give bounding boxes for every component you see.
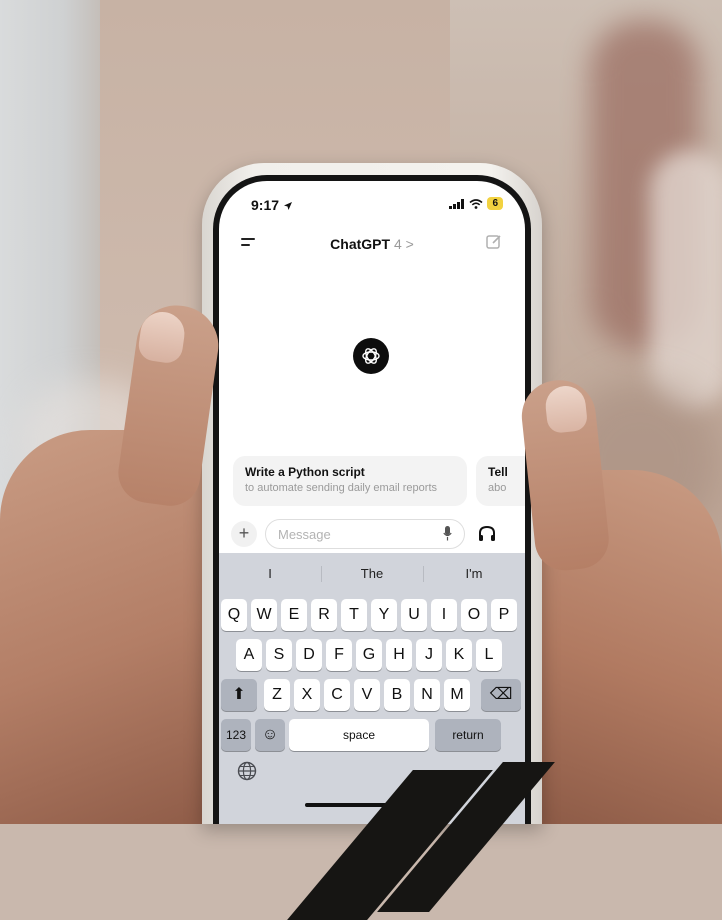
return-key[interactable]: return bbox=[435, 719, 501, 751]
status-bar: 9:17 6 bbox=[219, 181, 525, 221]
headphones-icon[interactable] bbox=[477, 524, 497, 544]
key-f[interactable]: F bbox=[326, 639, 352, 671]
suggestion-card[interactable]: Tell abo bbox=[476, 456, 525, 506]
attach-button[interactable]: + bbox=[231, 521, 257, 547]
key-h[interactable]: H bbox=[386, 639, 412, 671]
key-r[interactable]: R bbox=[311, 599, 337, 631]
prediction-item[interactable]: I bbox=[219, 559, 321, 589]
key-j[interactable]: J bbox=[416, 639, 442, 671]
mic-icon[interactable] bbox=[443, 526, 452, 541]
nav-bar: ChatGPT 4 > bbox=[219, 229, 525, 259]
model-version: 4 > bbox=[393, 236, 414, 252]
key-z[interactable]: Z bbox=[264, 679, 290, 711]
delete-key[interactable]: ⌫ bbox=[481, 679, 521, 711]
prediction-item[interactable]: The bbox=[321, 559, 423, 589]
key-a[interactable]: A bbox=[236, 639, 262, 671]
key-p[interactable]: P bbox=[491, 599, 517, 631]
key-t[interactable]: T bbox=[341, 599, 367, 631]
key-c[interactable]: C bbox=[324, 679, 350, 711]
key-b[interactable]: B bbox=[384, 679, 410, 711]
key-y[interactable]: Y bbox=[371, 599, 397, 631]
status-icons: 6 bbox=[449, 197, 503, 210]
key-q[interactable]: Q bbox=[221, 599, 247, 631]
globe-icon[interactable] bbox=[237, 761, 257, 781]
phone-screen: 9:17 6 ChatGPT 4 > Write a Python script… bbox=[219, 181, 525, 824]
key-m[interactable]: M bbox=[444, 679, 470, 711]
predictive-bar: I The I'm bbox=[219, 559, 525, 589]
key-w[interactable]: W bbox=[251, 599, 277, 631]
openai-logo-icon bbox=[353, 338, 389, 374]
emoji-key[interactable]: ☺ bbox=[255, 719, 285, 751]
shift-key[interactable]: ⬆ bbox=[221, 679, 257, 711]
edit-icon[interactable] bbox=[485, 233, 503, 251]
status-time-text: 9:17 bbox=[251, 197, 280, 213]
suggestion-title: Tell bbox=[488, 465, 508, 479]
suggestion-subtitle: to automate sending daily email reports bbox=[245, 482, 437, 494]
key-x[interactable]: X bbox=[294, 679, 320, 711]
key-g[interactable]: G bbox=[356, 639, 382, 671]
wifi-icon bbox=[469, 198, 483, 209]
location-arrow-icon bbox=[283, 202, 292, 211]
suggestion-card[interactable]: Write a Python script to automate sendin… bbox=[233, 456, 467, 506]
signal-icon bbox=[449, 198, 465, 209]
key-k[interactable]: K bbox=[446, 639, 472, 671]
model-name: ChatGPT bbox=[330, 236, 391, 252]
key-e[interactable]: E bbox=[281, 599, 307, 631]
prediction-item[interactable]: I'm bbox=[423, 559, 525, 589]
key-s[interactable]: S bbox=[266, 639, 292, 671]
key-i[interactable]: I bbox=[431, 599, 457, 631]
suggestion-title: Write a Python script bbox=[245, 465, 365, 479]
key-l[interactable]: L bbox=[476, 639, 502, 671]
page-title[interactable]: ChatGPT 4 > bbox=[219, 236, 525, 252]
suggestion-subtitle: abo bbox=[488, 482, 507, 494]
key-o[interactable]: O bbox=[461, 599, 487, 631]
key-d[interactable]: D bbox=[296, 639, 322, 671]
background-blur-shape bbox=[650, 150, 722, 410]
space-key[interactable]: space bbox=[289, 719, 429, 751]
status-time: 9:17 bbox=[251, 197, 293, 213]
battery-badge: 6 bbox=[487, 197, 503, 210]
composer: + bbox=[219, 519, 525, 555]
message-input[interactable] bbox=[265, 519, 465, 549]
key-v[interactable]: V bbox=[354, 679, 380, 711]
numbers-key[interactable]: 123 bbox=[221, 719, 251, 751]
key-u[interactable]: U bbox=[401, 599, 427, 631]
key-n[interactable]: N bbox=[414, 679, 440, 711]
